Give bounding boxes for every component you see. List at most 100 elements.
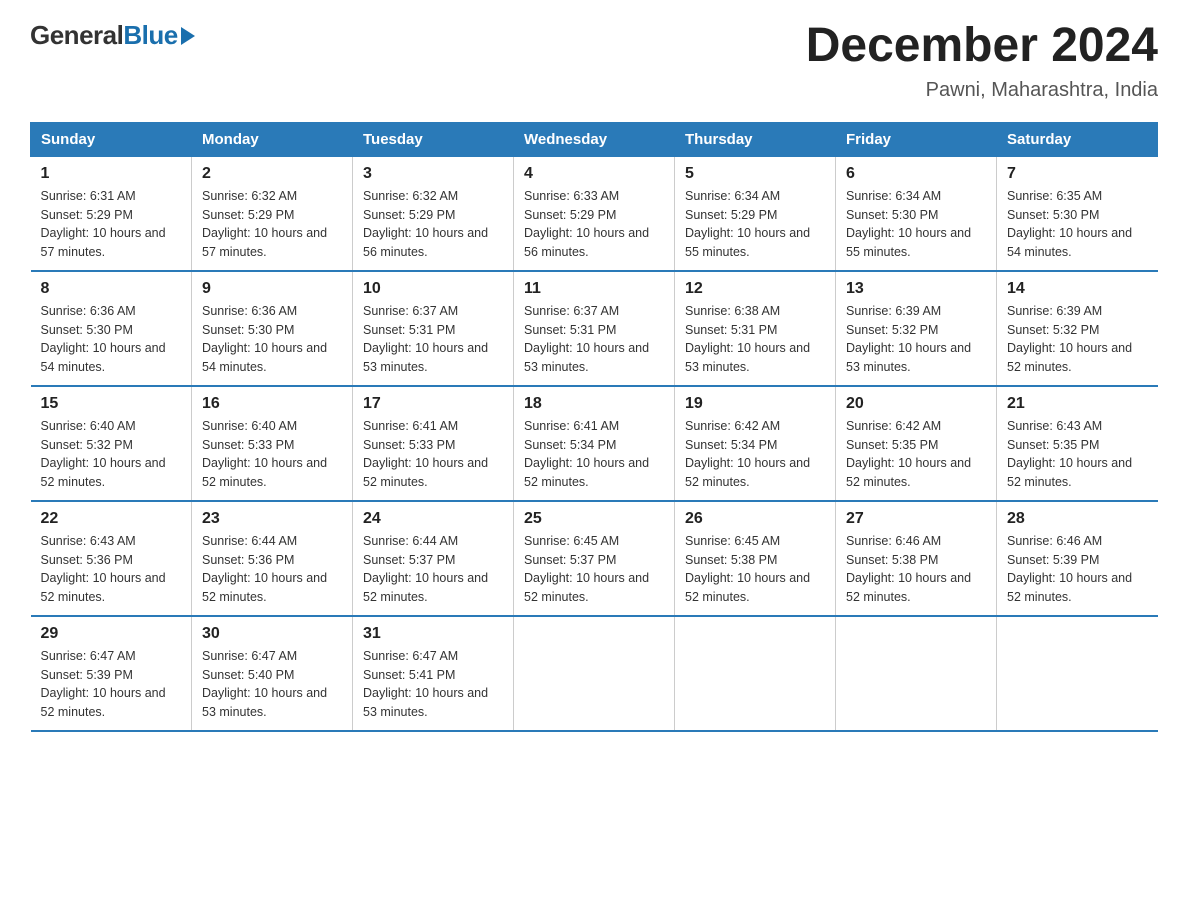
calendar-cell: 5 Sunrise: 6:34 AM Sunset: 5:29 PM Dayli…: [675, 156, 836, 271]
day-info: Sunrise: 6:47 AM Sunset: 5:40 PM Dayligh…: [202, 647, 342, 722]
day-info: Sunrise: 6:35 AM Sunset: 5:30 PM Dayligh…: [1007, 187, 1148, 262]
calendar-week-3: 15 Sunrise: 6:40 AM Sunset: 5:32 PM Dayl…: [31, 386, 1158, 501]
day-number: 16: [202, 395, 342, 413]
col-monday: Monday: [192, 122, 353, 156]
calendar-cell: 25 Sunrise: 6:45 AM Sunset: 5:37 PM Dayl…: [514, 501, 675, 616]
day-number: 30: [202, 625, 342, 643]
day-info: Sunrise: 6:37 AM Sunset: 5:31 PM Dayligh…: [524, 302, 664, 377]
day-info: Sunrise: 6:40 AM Sunset: 5:33 PM Dayligh…: [202, 417, 342, 492]
calendar-cell: 23 Sunrise: 6:44 AM Sunset: 5:36 PM Dayl…: [192, 501, 353, 616]
day-info: Sunrise: 6:37 AM Sunset: 5:31 PM Dayligh…: [363, 302, 503, 377]
day-info: Sunrise: 6:46 AM Sunset: 5:38 PM Dayligh…: [846, 532, 986, 607]
calendar-cell: 14 Sunrise: 6:39 AM Sunset: 5:32 PM Dayl…: [997, 271, 1158, 386]
calendar-cell: 3 Sunrise: 6:32 AM Sunset: 5:29 PM Dayli…: [353, 156, 514, 271]
col-wednesday: Wednesday: [514, 122, 675, 156]
day-number: 12: [685, 280, 825, 298]
title-area: December 2024 Pawni, Maharashtra, India: [806, 20, 1158, 102]
calendar-cell: [514, 616, 675, 731]
day-info: Sunrise: 6:45 AM Sunset: 5:38 PM Dayligh…: [685, 532, 825, 607]
calendar-cell: 10 Sunrise: 6:37 AM Sunset: 5:31 PM Dayl…: [353, 271, 514, 386]
day-info: Sunrise: 6:47 AM Sunset: 5:39 PM Dayligh…: [41, 647, 182, 722]
calendar-cell: 4 Sunrise: 6:33 AM Sunset: 5:29 PM Dayli…: [514, 156, 675, 271]
calendar-cell: 11 Sunrise: 6:37 AM Sunset: 5:31 PM Dayl…: [514, 271, 675, 386]
calendar-cell: 15 Sunrise: 6:40 AM Sunset: 5:32 PM Dayl…: [31, 386, 192, 501]
calendar-cell: [997, 616, 1158, 731]
calendar-table: Sunday Monday Tuesday Wednesday Thursday…: [30, 122, 1158, 732]
calendar-cell: 21 Sunrise: 6:43 AM Sunset: 5:35 PM Dayl…: [997, 386, 1158, 501]
day-number: 28: [1007, 510, 1148, 528]
day-number: 19: [685, 395, 825, 413]
day-number: 27: [846, 510, 986, 528]
calendar-cell: 18 Sunrise: 6:41 AM Sunset: 5:34 PM Dayl…: [514, 386, 675, 501]
day-number: 4: [524, 165, 664, 183]
day-info: Sunrise: 6:40 AM Sunset: 5:32 PM Dayligh…: [41, 417, 182, 492]
calendar-header: Sunday Monday Tuesday Wednesday Thursday…: [31, 122, 1158, 156]
day-number: 15: [41, 395, 182, 413]
page-header: GeneralBlue December 2024 Pawni, Maharas…: [30, 20, 1158, 102]
calendar-cell: 7 Sunrise: 6:35 AM Sunset: 5:30 PM Dayli…: [997, 156, 1158, 271]
day-number: 3: [363, 165, 503, 183]
day-info: Sunrise: 6:34 AM Sunset: 5:29 PM Dayligh…: [685, 187, 825, 262]
day-info: Sunrise: 6:43 AM Sunset: 5:36 PM Dayligh…: [41, 532, 182, 607]
day-info: Sunrise: 6:36 AM Sunset: 5:30 PM Dayligh…: [41, 302, 182, 377]
month-title: December 2024: [806, 20, 1158, 73]
day-info: Sunrise: 6:41 AM Sunset: 5:33 PM Dayligh…: [363, 417, 503, 492]
col-saturday: Saturday: [997, 122, 1158, 156]
day-info: Sunrise: 6:33 AM Sunset: 5:29 PM Dayligh…: [524, 187, 664, 262]
day-number: 22: [41, 510, 182, 528]
calendar-cell: 31 Sunrise: 6:47 AM Sunset: 5:41 PM Dayl…: [353, 616, 514, 731]
calendar-week-1: 1 Sunrise: 6:31 AM Sunset: 5:29 PM Dayli…: [31, 156, 1158, 271]
day-number: 31: [363, 625, 503, 643]
day-info: Sunrise: 6:41 AM Sunset: 5:34 PM Dayligh…: [524, 417, 664, 492]
day-number: 8: [41, 280, 182, 298]
calendar-body: 1 Sunrise: 6:31 AM Sunset: 5:29 PM Dayli…: [31, 156, 1158, 731]
day-number: 20: [846, 395, 986, 413]
calendar-cell: 29 Sunrise: 6:47 AM Sunset: 5:39 PM Dayl…: [31, 616, 192, 731]
day-number: 25: [524, 510, 664, 528]
day-number: 11: [524, 280, 664, 298]
col-thursday: Thursday: [675, 122, 836, 156]
header-row: Sunday Monday Tuesday Wednesday Thursday…: [31, 122, 1158, 156]
day-info: Sunrise: 6:46 AM Sunset: 5:39 PM Dayligh…: [1007, 532, 1148, 607]
location-text: Pawni, Maharashtra, India: [806, 79, 1158, 102]
logo-arrow-icon: [181, 27, 195, 45]
calendar-cell: 27 Sunrise: 6:46 AM Sunset: 5:38 PM Dayl…: [836, 501, 997, 616]
day-info: Sunrise: 6:34 AM Sunset: 5:30 PM Dayligh…: [846, 187, 986, 262]
day-info: Sunrise: 6:45 AM Sunset: 5:37 PM Dayligh…: [524, 532, 664, 607]
day-number: 18: [524, 395, 664, 413]
day-number: 21: [1007, 395, 1148, 413]
day-number: 1: [41, 165, 182, 183]
day-info: Sunrise: 6:44 AM Sunset: 5:36 PM Dayligh…: [202, 532, 342, 607]
calendar-week-5: 29 Sunrise: 6:47 AM Sunset: 5:39 PM Dayl…: [31, 616, 1158, 731]
day-number: 2: [202, 165, 342, 183]
calendar-cell: 22 Sunrise: 6:43 AM Sunset: 5:36 PM Dayl…: [31, 501, 192, 616]
day-number: 23: [202, 510, 342, 528]
day-info: Sunrise: 6:47 AM Sunset: 5:41 PM Dayligh…: [363, 647, 503, 722]
calendar-cell: 8 Sunrise: 6:36 AM Sunset: 5:30 PM Dayli…: [31, 271, 192, 386]
day-info: Sunrise: 6:42 AM Sunset: 5:34 PM Dayligh…: [685, 417, 825, 492]
calendar-cell: [836, 616, 997, 731]
day-number: 17: [363, 395, 503, 413]
day-info: Sunrise: 6:43 AM Sunset: 5:35 PM Dayligh…: [1007, 417, 1148, 492]
calendar-cell: 30 Sunrise: 6:47 AM Sunset: 5:40 PM Dayl…: [192, 616, 353, 731]
calendar-week-2: 8 Sunrise: 6:36 AM Sunset: 5:30 PM Dayli…: [31, 271, 1158, 386]
calendar-cell: 13 Sunrise: 6:39 AM Sunset: 5:32 PM Dayl…: [836, 271, 997, 386]
col-tuesday: Tuesday: [353, 122, 514, 156]
calendar-cell: 26 Sunrise: 6:45 AM Sunset: 5:38 PM Dayl…: [675, 501, 836, 616]
day-info: Sunrise: 6:44 AM Sunset: 5:37 PM Dayligh…: [363, 532, 503, 607]
calendar-cell: 1 Sunrise: 6:31 AM Sunset: 5:29 PM Dayli…: [31, 156, 192, 271]
calendar-cell: 6 Sunrise: 6:34 AM Sunset: 5:30 PM Dayli…: [836, 156, 997, 271]
logo: GeneralBlue: [30, 20, 195, 51]
day-info: Sunrise: 6:32 AM Sunset: 5:29 PM Dayligh…: [202, 187, 342, 262]
calendar-cell: 28 Sunrise: 6:46 AM Sunset: 5:39 PM Dayl…: [997, 501, 1158, 616]
day-info: Sunrise: 6:32 AM Sunset: 5:29 PM Dayligh…: [363, 187, 503, 262]
calendar-cell: [675, 616, 836, 731]
calendar-cell: 20 Sunrise: 6:42 AM Sunset: 5:35 PM Dayl…: [836, 386, 997, 501]
calendar-cell: 16 Sunrise: 6:40 AM Sunset: 5:33 PM Dayl…: [192, 386, 353, 501]
logo-text: GeneralBlue: [30, 20, 178, 51]
day-number: 14: [1007, 280, 1148, 298]
col-sunday: Sunday: [31, 122, 192, 156]
day-number: 24: [363, 510, 503, 528]
day-number: 5: [685, 165, 825, 183]
day-number: 7: [1007, 165, 1148, 183]
